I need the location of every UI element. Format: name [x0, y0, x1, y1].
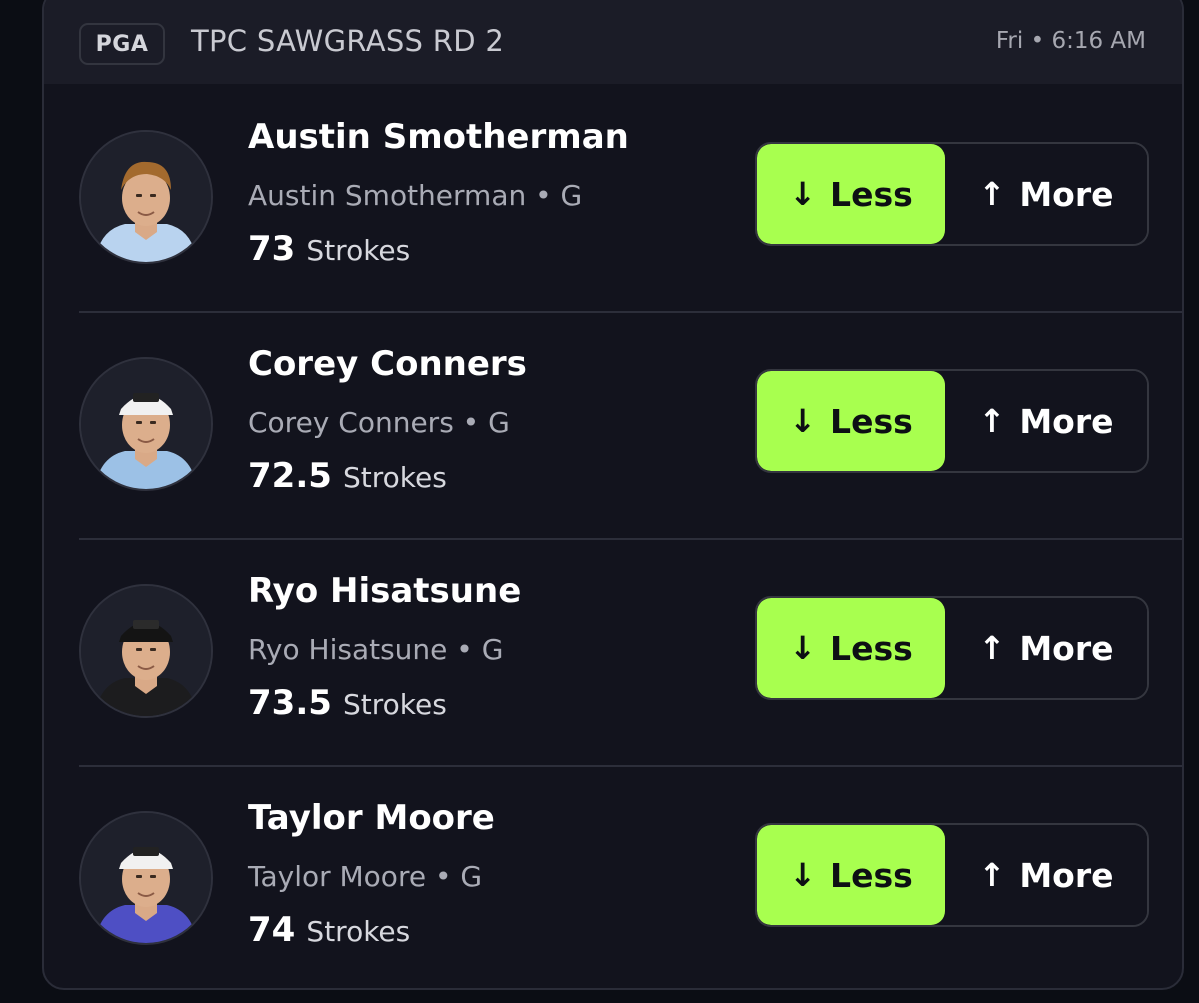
arrow-up-icon: ↑ — [978, 402, 1006, 440]
arrow-up-icon: ↑ — [978, 856, 1006, 894]
player-avatar — [79, 811, 213, 945]
card-header: PGA TPC SAWGRASS RD 2 Fri • 6:16 AM — [44, 0, 1182, 84]
more-label: More — [1019, 174, 1114, 214]
player-team-position: Corey Conners • G — [248, 406, 510, 439]
player-name[interactable]: Ryo Hisatsune — [248, 571, 521, 611]
pick-toggle: ↓ Less ↑ More — [755, 596, 1149, 700]
less-label: Less — [830, 401, 913, 441]
stat-type: Strokes — [306, 234, 411, 267]
player-headshot-icon — [81, 586, 211, 716]
less-button[interactable]: ↓ Less — [757, 371, 945, 471]
league-badge: PGA — [79, 23, 165, 65]
player-team-position: Ryo Hisatsune • G — [248, 633, 504, 666]
arrow-up-icon: ↑ — [978, 629, 1006, 667]
line-value: 72.5 — [248, 456, 332, 496]
arrow-down-icon: ↓ — [789, 629, 817, 667]
player-row: Taylor Moore Taylor Moore • G 74 Strokes… — [79, 767, 1182, 988]
event-time: Fri • 6:16 AM — [995, 28, 1146, 54]
player-avatar — [79, 130, 213, 264]
player-team-position: Taylor Moore • G — [248, 860, 483, 893]
less-button[interactable]: ↓ Less — [757, 144, 945, 244]
more-button[interactable]: ↑ More — [945, 144, 1147, 244]
less-label: Less — [830, 174, 913, 214]
player-row: Ryo Hisatsune Ryo Hisatsune • G 73.5 Str… — [79, 540, 1182, 767]
less-button[interactable]: ↓ Less — [757, 598, 945, 698]
more-button[interactable]: ↑ More — [945, 371, 1147, 471]
projection-line: 72.5 Strokes — [248, 456, 447, 496]
player-row: Austin Smotherman Austin Smotherman • G … — [79, 86, 1182, 313]
player-name[interactable]: Corey Conners — [248, 344, 527, 384]
pick-toggle: ↓ Less ↑ More — [755, 823, 1149, 927]
stat-type: Strokes — [342, 688, 447, 721]
arrow-down-icon: ↓ — [789, 856, 817, 894]
arrow-down-icon: ↓ — [789, 175, 817, 213]
line-value: 73.5 — [248, 683, 332, 723]
projection-card: PGA TPC SAWGRASS RD 2 Fri • 6:16 AM Aust… — [42, 0, 1184, 990]
line-value: 74 — [248, 910, 296, 950]
more-label: More — [1019, 401, 1114, 441]
stat-type: Strokes — [306, 915, 411, 948]
projection-line: 73 Strokes — [248, 229, 410, 269]
more-button[interactable]: ↑ More — [945, 598, 1147, 698]
pick-toggle: ↓ Less ↑ More — [755, 369, 1149, 473]
player-row: Corey Conners Corey Conners • G 72.5 Str… — [79, 313, 1182, 540]
more-button[interactable]: ↑ More — [945, 825, 1147, 925]
projection-line: 73.5 Strokes — [248, 683, 447, 723]
pick-toggle: ↓ Less ↑ More — [755, 142, 1149, 246]
less-button[interactable]: ↓ Less — [757, 825, 945, 925]
event-title: TPC SAWGRASS RD 2 — [191, 24, 505, 58]
player-headshot-icon — [81, 813, 211, 943]
arrow-up-icon: ↑ — [978, 175, 1006, 213]
less-label: Less — [830, 855, 913, 895]
projection-line: 74 Strokes — [248, 910, 410, 950]
player-team-position: Austin Smotherman • G — [248, 179, 583, 212]
player-avatar — [79, 584, 213, 718]
player-name[interactable]: Taylor Moore — [248, 798, 495, 838]
player-name[interactable]: Austin Smotherman — [248, 117, 629, 157]
more-label: More — [1019, 628, 1114, 668]
less-label: Less — [830, 628, 913, 668]
more-label: More — [1019, 855, 1114, 895]
line-value: 73 — [248, 229, 296, 269]
player-headshot-icon — [81, 359, 211, 489]
stat-type: Strokes — [342, 461, 447, 494]
player-avatar — [79, 357, 213, 491]
arrow-down-icon: ↓ — [789, 402, 817, 440]
player-headshot-icon — [81, 132, 211, 262]
